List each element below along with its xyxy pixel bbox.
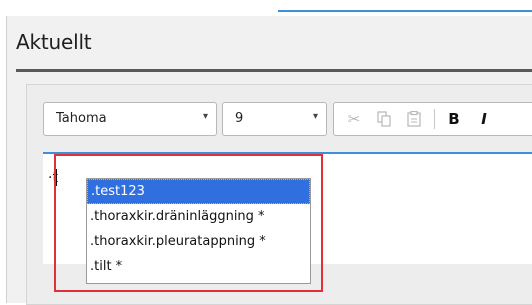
autocomplete-item[interactable]: .thoraxkir.pleuratappning *	[87, 229, 310, 254]
font-size-select[interactable]: 9 ▾	[222, 102, 327, 136]
toolbar-separator	[434, 109, 435, 129]
chevron-down-icon: ▾	[312, 111, 318, 122]
title-divider	[16, 69, 532, 72]
top-strip	[0, 0, 532, 16]
autocomplete-item[interactable]: .test123	[87, 179, 310, 204]
font-family-select[interactable]: Tahoma ▾	[43, 102, 217, 136]
copy-icon[interactable]	[370, 103, 398, 135]
italic-button[interactable]: I	[470, 103, 498, 135]
autocomplete-dropdown: .test123 .thoraxkir.dräninläggning * .th…	[86, 178, 311, 284]
bold-button[interactable]: B	[440, 103, 468, 135]
autocomplete-item[interactable]: .thoraxkir.dräninläggning *	[87, 204, 310, 229]
chevron-down-icon: ▾	[202, 111, 208, 122]
top-accent-line	[278, 10, 532, 12]
font-size-value: 9	[235, 111, 244, 126]
editor-toolbar: Tahoma ▾ 9 ▾ ✂ B I	[43, 102, 532, 136]
page-title: Aktuellt	[16, 30, 92, 54]
scissors-icon[interactable]: ✂	[340, 103, 368, 135]
format-button-group: ✂ B I	[333, 102, 532, 136]
font-family-value: Tahoma	[56, 111, 107, 126]
paste-icon[interactable]	[400, 103, 428, 135]
autocomplete-item[interactable]: .tilt *	[87, 254, 310, 279]
